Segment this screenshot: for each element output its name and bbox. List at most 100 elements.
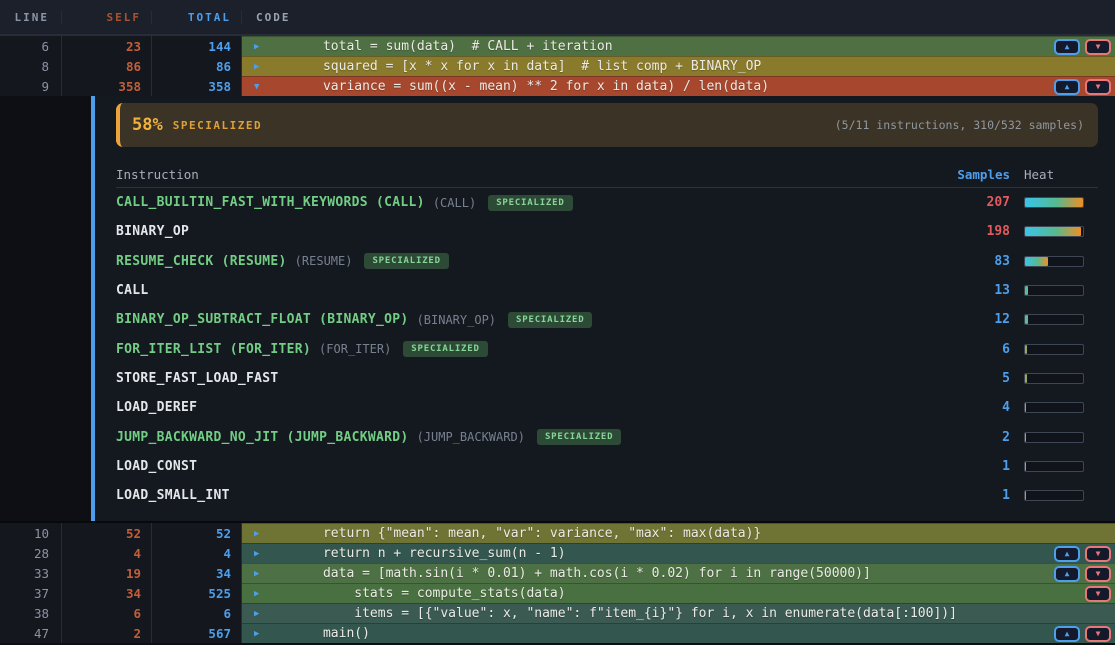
instruction-name: LOAD_SMALL_INT <box>116 488 230 503</box>
code-text: total = sum(data) # CALL + iteration <box>276 39 613 54</box>
heat-bar-fill <box>1025 286 1028 295</box>
move-up-button[interactable]: ▲ <box>1054 546 1080 562</box>
detail-gutter <box>0 96 91 521</box>
heat-bar-fill <box>1025 227 1081 236</box>
expander-icon[interactable]: ▶ <box>250 609 276 619</box>
heat-bar-fill <box>1025 198 1083 207</box>
instruction-row: CALL13 <box>116 276 1098 305</box>
heat-bar-fill <box>1025 257 1048 266</box>
column-header-line[interactable]: LINE <box>0 11 62 24</box>
code-row: 623144▶ total = sum(data) # CALL + itera… <box>0 36 1115 56</box>
instruction-samples: 6 <box>1002 342 1010 357</box>
instruction-row: BINARY_OP_SUBTRACT_FLOAT (BINARY_OP) (BIN… <box>116 305 1098 334</box>
line-number: 38 <box>0 603 62 623</box>
code-cell[interactable]: ▶ total = sum(data) # CALL + iteration ▲ ▼ <box>242 36 1115 56</box>
line-number: 9 <box>0 76 62 96</box>
line-detail-panel: 58% SPECIALIZED (5/11 instructions, 310/… <box>0 96 1115 521</box>
move-up-button[interactable]: ▲ <box>1054 566 1080 582</box>
instruction-base-opcode: (CALL) <box>433 196 476 210</box>
move-down-button[interactable]: ▼ <box>1085 546 1111 562</box>
heat-bar <box>1024 256 1084 267</box>
column-header-samples[interactable]: Samples <box>957 167 1010 182</box>
move-up-button[interactable]: ▲ <box>1054 626 1080 642</box>
move-up-button[interactable]: ▲ <box>1054 39 1080 55</box>
instruction-table: CALL_BUILTIN_FAST_WITH_KEYWORDS (CALL) (C… <box>116 188 1098 510</box>
move-down-button[interactable]: ▼ <box>1085 39 1111 55</box>
expander-icon[interactable]: ▶ <box>250 42 276 52</box>
code-text: return n + recursive_sum(n - 1) <box>276 546 566 561</box>
heat-bar <box>1024 285 1084 296</box>
code-text: data = [math.sin(i * 0.01) + math.cos(i … <box>276 566 871 581</box>
heat-bar <box>1024 402 1084 413</box>
instruction-name: BINARY_OP <box>116 224 189 239</box>
expander-icon[interactable]: ▶ <box>250 529 276 539</box>
instruction-name: CALL_BUILTIN_FAST_WITH_KEYWORDS (CALL) <box>116 195 425 210</box>
expander-icon[interactable]: ▶ <box>250 629 276 639</box>
table-header: LINE SELF TOTAL CODE <box>0 0 1115 36</box>
code-text: squared = [x * x for x in data] # list c… <box>276 59 761 74</box>
code-cell[interactable]: ▶ stats = compute_stats(data)▼ <box>242 583 1115 603</box>
instruction-name: LOAD_CONST <box>116 459 197 474</box>
instruction-name: JUMP_BACKWARD_NO_JIT (JUMP_BACKWARD) <box>116 430 409 445</box>
line-number: 33 <box>0 563 62 583</box>
instruction-row: FOR_ITER_LIST (FOR_ITER)(FOR_ITER)SPECIA… <box>116 334 1098 363</box>
instruction-samples: 4 <box>1002 400 1010 415</box>
column-header-self[interactable]: SELF <box>62 11 152 24</box>
heat-bar-fill <box>1025 345 1027 354</box>
expander-icon[interactable]: ▶ <box>250 589 276 599</box>
total-samples: 358 <box>152 76 242 96</box>
instruction-name: CALL <box>116 283 149 298</box>
move-down-button[interactable]: ▼ <box>1085 79 1111 95</box>
line-number: 6 <box>0 36 62 56</box>
heat-bar-fill <box>1025 315 1028 324</box>
code-text: items = [{"value": x, "name": f"item_{i}… <box>276 606 957 621</box>
code-text: variance = sum((x - mean) ** 2 for x in … <box>276 79 769 94</box>
code-cell[interactable]: ▶ return {"mean": mean, "var": variance,… <box>242 523 1115 543</box>
specialized-stats: (5/11 instructions, 310/532 samples) <box>835 118 1084 132</box>
line-number: 47 <box>0 623 62 643</box>
code-cell[interactable]: ▶ main()▲▼ <box>242 623 1115 643</box>
total-samples: 4 <box>152 543 242 563</box>
code-cell[interactable]: ▼ variance = sum((x - mean) ** 2 for x i… <box>242 76 1115 96</box>
expander-icon[interactable]: ▼ <box>250 82 276 92</box>
move-down-button[interactable]: ▼ <box>1085 566 1111 582</box>
instruction-table-header: Instruction Samples Heat <box>116 162 1098 188</box>
total-samples: 144 <box>152 36 242 56</box>
column-header-instruction: Instruction <box>116 167 199 182</box>
instruction-name: BINARY_OP_SUBTRACT_FLOAT (BINARY_OP) <box>116 312 409 327</box>
heat-bar <box>1024 314 1084 325</box>
specialized-badge: SPECIALIZED <box>403 341 487 357</box>
instruction-base-opcode: (BINARY_OP) <box>417 313 496 327</box>
expander-icon[interactable]: ▶ <box>250 569 276 579</box>
instruction-row: RESUME_CHECK (RESUME)(RESUME)SPECIALIZED… <box>116 247 1098 276</box>
self-samples: 23 <box>62 36 152 56</box>
instruction-samples: 198 <box>987 224 1010 239</box>
heat-bar-fill <box>1025 462 1026 471</box>
heat-bar-fill <box>1025 374 1027 383</box>
move-up-button[interactable]: ▲ <box>1054 79 1080 95</box>
move-down-button[interactable]: ▼ <box>1085 626 1111 642</box>
heat-bar <box>1024 432 1084 443</box>
instruction-row: LOAD_CONST1 <box>116 452 1098 481</box>
line-number: 10 <box>0 523 62 543</box>
heat-bar <box>1024 490 1084 501</box>
move-down-button[interactable]: ▼ <box>1085 586 1111 602</box>
code-cell[interactable]: ▶ return n + recursive_sum(n - 1) ▲ ▼ <box>242 543 1115 563</box>
total-samples: 34 <box>152 563 242 583</box>
instruction-name: FOR_ITER_LIST (FOR_ITER) <box>116 342 311 357</box>
instruction-row: JUMP_BACKWARD_NO_JIT (JUMP_BACKWARD)(JUM… <box>116 422 1098 451</box>
code-cell[interactable]: ▶ items = [{"value": x, "name": f"item_{… <box>242 603 1115 623</box>
instruction-samples: 5 <box>1002 371 1010 386</box>
expander-icon[interactable]: ▶ <box>250 549 276 559</box>
heat-bar-fill <box>1025 433 1026 442</box>
total-samples: 567 <box>152 623 242 643</box>
code-row: 105252▶ return {"mean": mean, "var": var… <box>0 523 1115 543</box>
column-header-total[interactable]: TOTAL <box>152 11 242 24</box>
code-cell[interactable]: ▶ data = [math.sin(i * 0.01) + math.cos(… <box>242 563 1115 583</box>
self-samples: 6 <box>62 603 152 623</box>
instruction-row: LOAD_DEREF4 <box>116 393 1098 422</box>
code-row: 3734525▶ stats = compute_stats(data)▼ <box>0 583 1115 603</box>
expander-icon[interactable]: ▶ <box>250 62 276 72</box>
self-samples: 52 <box>62 523 152 543</box>
code-cell[interactable]: ▶ squared = [x * x for x in data] # list… <box>242 56 1115 76</box>
